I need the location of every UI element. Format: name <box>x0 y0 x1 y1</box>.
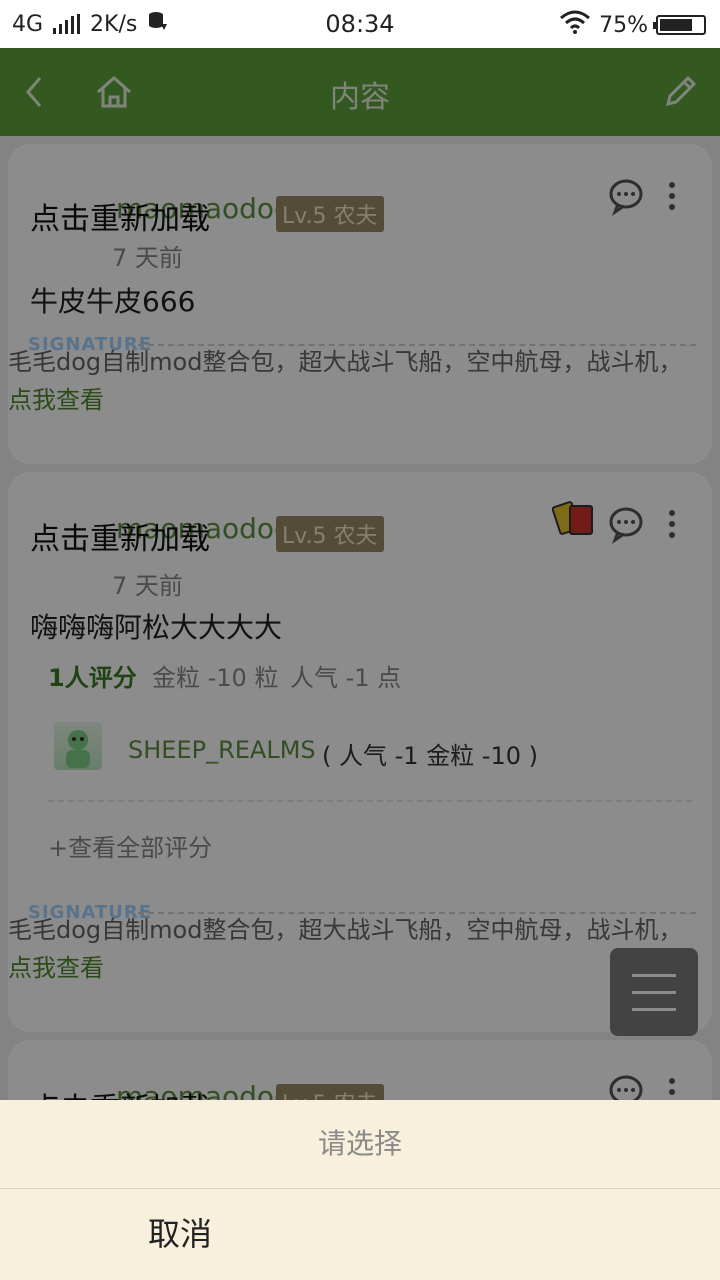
wifi-icon <box>559 10 591 40</box>
modal-backdrop[interactable] <box>0 48 720 1100</box>
battery-percent: 75% <box>599 12 648 38</box>
action-sheet: 请选择 取消 <box>0 1100 720 1280</box>
cancel-button[interactable]: 取消 <box>0 1190 360 1278</box>
sheet-title: 请选择 <box>317 1127 402 1160</box>
status-bar: 4G 2K/s 08:34 75% <box>0 0 720 48</box>
battery-icon <box>653 15 706 35</box>
status-right: 75% <box>559 10 706 40</box>
sheet-divider <box>0 1188 720 1189</box>
